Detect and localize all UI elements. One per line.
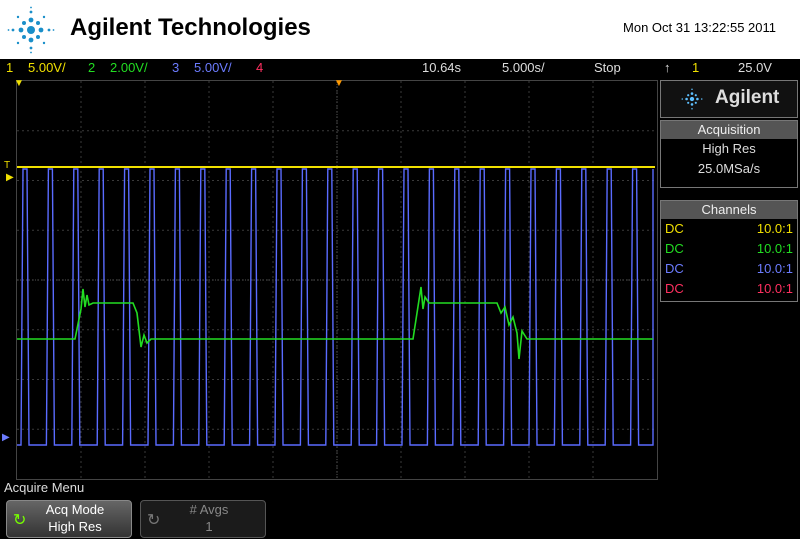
ch3-waveform [17,168,654,446]
acq-mode-softkey[interactable]: ↻ Acq Mode High Res [6,500,132,538]
ch1-number[interactable]: 1 [6,60,13,75]
waveform-svg [17,81,657,479]
menu-title: Acquire Menu [4,480,85,495]
time-position[interactable]: 10.64s [422,60,461,75]
time-scale[interactable]: 5.000s/ [502,60,545,75]
trigger-source[interactable]: 1 [692,60,699,75]
ch3-ground-marker-icon: ▶ [2,432,10,443]
acquisition-panel: Acquisition High Res 25.0MSa/s [660,120,798,188]
channel-row-2: DC 10.0:1 [661,239,797,259]
avgs-label: # Avgs [189,502,229,517]
ch4-coupling: DC [665,281,684,296]
ch2-probe: 10.0:1 [756,241,793,256]
ch2-coupling: DC [665,241,684,256]
agilent-logo-text: Agilent [715,87,780,108]
datetime: Mon Oct 31 13:22:55 2011 [623,20,776,35]
avgs-value: 1 [205,519,213,534]
channel-row-1: DC 10.0:1 [661,219,797,239]
channels-title: Channels [661,201,797,219]
ch2-waveform [17,286,653,360]
acquisition-title: Acquisition [661,121,797,139]
rotate-knob-icon: ↻ [147,510,161,529]
agilent-spark-logo-icon [7,6,55,54]
ch3-scale[interactable]: 5.00V/ [194,60,232,75]
channels-panel: Channels DC 10.0:1 DC 10.0:1 DC 10.0:1 D… [660,200,798,302]
acquisition-mode: High Res [702,141,756,156]
ch2-scale[interactable]: 2.00V/ [110,60,148,75]
channel-row-4: DC 10.0:1 [661,279,797,299]
trigger-edge-icon: ↑ [664,60,671,75]
title-bar: Agilent Technologies Mon Oct 31 13:22:55… [0,0,800,59]
rotate-knob-icon: ↻ [13,510,27,529]
ch3-probe: 10.0:1 [756,261,793,276]
acq-mode-label: Acq Mode [45,502,105,517]
waveform-display[interactable] [16,80,658,480]
run-state[interactable]: Stop [594,60,621,75]
ch1-coupling: DC [665,221,684,236]
time-reference-marker-icon: ▼ [334,78,344,89]
ch1-probe: 10.0:1 [756,221,793,236]
acq-mode-value: High Res [48,519,102,534]
ch4-probe: 10.0:1 [756,281,793,296]
ch3-number[interactable]: 3 [172,60,179,75]
status-line: 1 5.00V/ 2 2.00V/ 3 5.00V/ 4 10.64s 5.00… [0,59,800,77]
ch4-number[interactable]: 4 [256,60,263,75]
trigger-level-marker: T [4,160,11,171]
agilent-spark-small-icon [681,88,703,110]
trigger-time-marker-icon: ▼ [14,78,24,89]
sample-rate: 25.0MSa/s [697,161,761,176]
ch1-scale[interactable]: 5.00V/ [28,60,66,75]
ch3-coupling: DC [665,261,684,276]
avgs-softkey[interactable]: ↻ # Avgs 1 [140,500,266,538]
brand-name: Agilent Technologies [70,14,311,41]
agilent-logo: Agilent [660,80,798,118]
channel-row-3: DC 10.0:1 [661,259,797,279]
ch2-number[interactable]: 2 [88,60,95,75]
ch1-ground-marker-icon: ▶ [6,172,14,183]
trigger-level[interactable]: 25.0V [738,60,772,75]
